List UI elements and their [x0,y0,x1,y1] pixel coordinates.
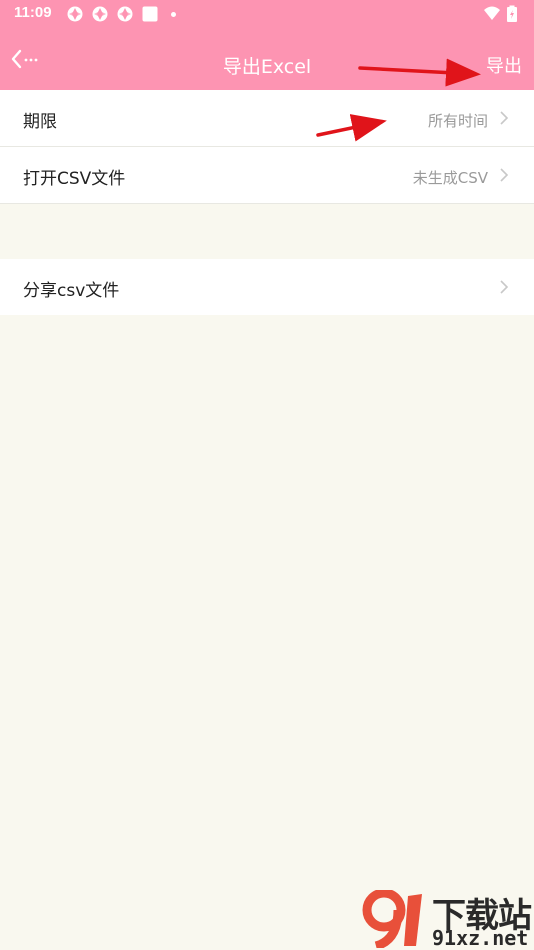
share-csv-label: 分享csv文件 [23,281,120,301]
chevron-right-icon [500,280,509,294]
share-csv-row[interactable]: 分享csv文件 [0,259,534,315]
annotation-arrows [316,58,481,142]
watermark-logo-icon [362,890,422,948]
row-divider [0,203,534,204]
watermark-site: 91xz.net [432,926,529,950]
watermark: 下载站 91xz.net [362,888,534,950]
annotation-arrow-export [358,58,481,87]
annotation-arrow-period [316,114,387,142]
